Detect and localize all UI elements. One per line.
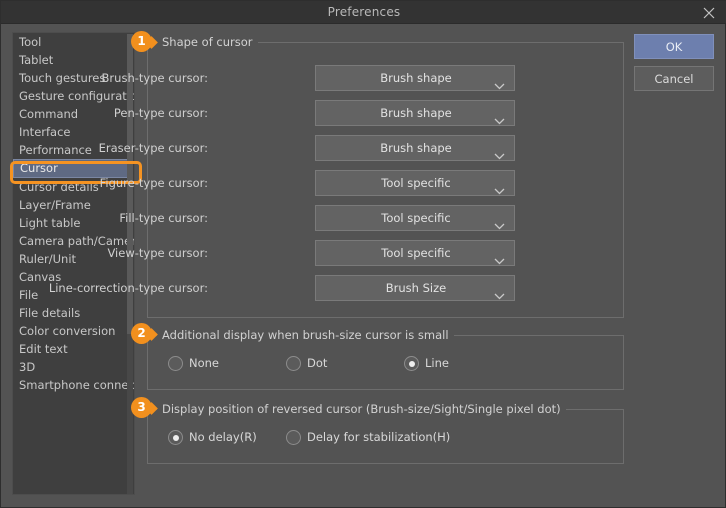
dropdown-selected-value: Brush shape <box>380 106 452 120</box>
sidebar-item-tool[interactable]: Tool <box>13 33 134 51</box>
cursor-setting-dropdown[interactable]: Brush shape <box>315 100 515 126</box>
cursor-setting-row: Figure-type cursor: Tool specific <box>100 170 518 196</box>
sidebar-item-label: Ruler/Unit <box>19 252 77 266</box>
dropdown-selected-value: Brush shape <box>380 141 452 155</box>
radio-button[interactable] <box>286 356 301 371</box>
sidebar-item-smartphone-connection[interactable]: Smartphone connection <box>13 376 134 394</box>
chevron-down-icon <box>494 250 505 269</box>
radio-label[interactable]: Delay for stabilization(H) <box>307 428 450 447</box>
radio-label[interactable]: None <box>189 354 219 373</box>
radio-label[interactable]: Line <box>425 354 449 373</box>
cursor-setting-label: View-type cursor: <box>107 246 208 260</box>
radio-label[interactable]: Dot <box>307 354 327 373</box>
sidebar-item-label: Light table <box>19 216 81 230</box>
cursor-setting-label: Fill-type cursor: <box>119 211 208 225</box>
group-reversed-cursor: Display position of reversed cursor (Bru… <box>147 402 624 464</box>
dropdown-selected-value: Brush Size <box>385 281 447 295</box>
sidebar-item-label: Command <box>19 107 79 121</box>
title-bar: Preferences <box>1 1 726 24</box>
chevron-down-icon <box>494 180 505 199</box>
sidebar-item-label: Touch gestures <box>19 71 106 85</box>
radio-label[interactable]: No delay(R) <box>189 428 257 447</box>
window-title: Preferences <box>327 5 401 19</box>
sidebar-item-edit-text[interactable]: Edit text <box>13 340 134 358</box>
dropdown-selected-value: Tool specific <box>381 176 451 190</box>
sidebar-item-label: Tablet <box>19 53 54 67</box>
cursor-setting-row: Pen-type cursor: Brush shape <box>114 100 518 126</box>
dropdown-selected-value: Tool specific <box>381 246 451 260</box>
radio-button[interactable] <box>168 430 183 445</box>
dropdown-selected-value: Tool specific <box>381 211 451 225</box>
radio-button[interactable] <box>168 356 183 371</box>
ok-button[interactable]: OK <box>634 34 714 59</box>
sidebar-item-label: Edit text <box>19 342 68 356</box>
radio-button[interactable] <box>286 430 301 445</box>
dropdown-selected-value: Brush shape <box>380 71 452 85</box>
sidebar-item-3d[interactable]: 3D <box>13 358 134 376</box>
cursor-setting-dropdown[interactable]: Tool specific <box>315 170 515 196</box>
group-shape-of-cursor-title: Shape of cursor <box>157 35 258 49</box>
sidebar-item-label: 3D <box>19 360 36 374</box>
sidebar-item-file-details[interactable]: File details <box>13 304 134 322</box>
group-reversed-cursor-title: Display position of reversed cursor (Bru… <box>157 402 566 416</box>
badge-2: 2 <box>131 323 152 344</box>
sidebar-item-label: File details <box>19 306 81 320</box>
cursor-setting-label: Line-correction-type cursor: <box>48 281 208 295</box>
cursor-setting-dropdown[interactable]: Tool specific <box>315 205 515 231</box>
sidebar-item-light-table[interactable]: Light table <box>13 214 134 232</box>
sidebar-item-label: Performance <box>19 143 92 157</box>
chevron-down-icon <box>494 285 505 304</box>
cursor-setting-label: Figure-type cursor: <box>99 176 208 190</box>
group-additional-display-title: Additional display when brush-size curso… <box>157 328 454 342</box>
sidebar-item-label: File <box>19 288 39 302</box>
radio-button[interactable] <box>404 356 419 371</box>
cursor-setting-row: Line-correction-type cursor: Brush Size <box>49 275 518 301</box>
cursor-setting-label: Brush-type cursor: <box>101 71 208 85</box>
sidebar-item-label: Color conversion <box>19 324 116 338</box>
badge-3: 3 <box>131 397 152 418</box>
chevron-down-icon <box>494 75 505 94</box>
sidebar-item-label: Cursor details <box>19 180 99 194</box>
cursor-setting-dropdown[interactable]: Brush shape <box>315 135 515 161</box>
close-icon[interactable] <box>691 1 726 24</box>
sidebar-item-layer-frame[interactable]: Layer/Frame <box>13 196 134 214</box>
group-additional-display: Additional display when brush-size curso… <box>147 328 624 390</box>
cursor-setting-row: Eraser-type cursor: Brush shape <box>99 135 518 161</box>
sidebar-item-label: Cursor <box>20 161 58 175</box>
cursor-setting-label: Pen-type cursor: <box>113 106 208 120</box>
sidebar-item-label: Tool <box>19 35 42 49</box>
sidebar-item-label: Interface <box>19 125 71 139</box>
cursor-setting-dropdown[interactable]: Tool specific <box>315 240 515 266</box>
cursor-setting-dropdown[interactable]: Brush shape <box>315 65 515 91</box>
preferences-dialog: Preferences Tool Tablet Touch gestures Gest… <box>0 0 726 508</box>
cursor-setting-label: Eraser-type cursor: <box>98 141 208 155</box>
cursor-setting-row: Fill-type cursor: Tool specific <box>119 205 518 231</box>
cursor-setting-row: View-type cursor: Tool specific <box>107 240 518 266</box>
group-shape-of-cursor: Shape of cursor Brush-type cursor: Brush … <box>49 35 624 318</box>
cursor-setting-dropdown[interactable]: Brush Size <box>315 275 515 301</box>
cursor-setting-row: Brush-type cursor: Brush shape <box>102 65 518 91</box>
sidebar-item-label: Layer/Frame <box>19 198 91 212</box>
sidebar-item-color-conversion[interactable]: Color conversion <box>13 322 134 340</box>
chevron-down-icon <box>494 110 505 129</box>
cancel-button[interactable]: Cancel <box>634 66 714 91</box>
chevron-down-icon <box>494 145 505 164</box>
sidebar-item-label: Smartphone connection <box>19 378 134 392</box>
badge-1: 1 <box>131 31 152 52</box>
chevron-down-icon <box>494 215 505 234</box>
